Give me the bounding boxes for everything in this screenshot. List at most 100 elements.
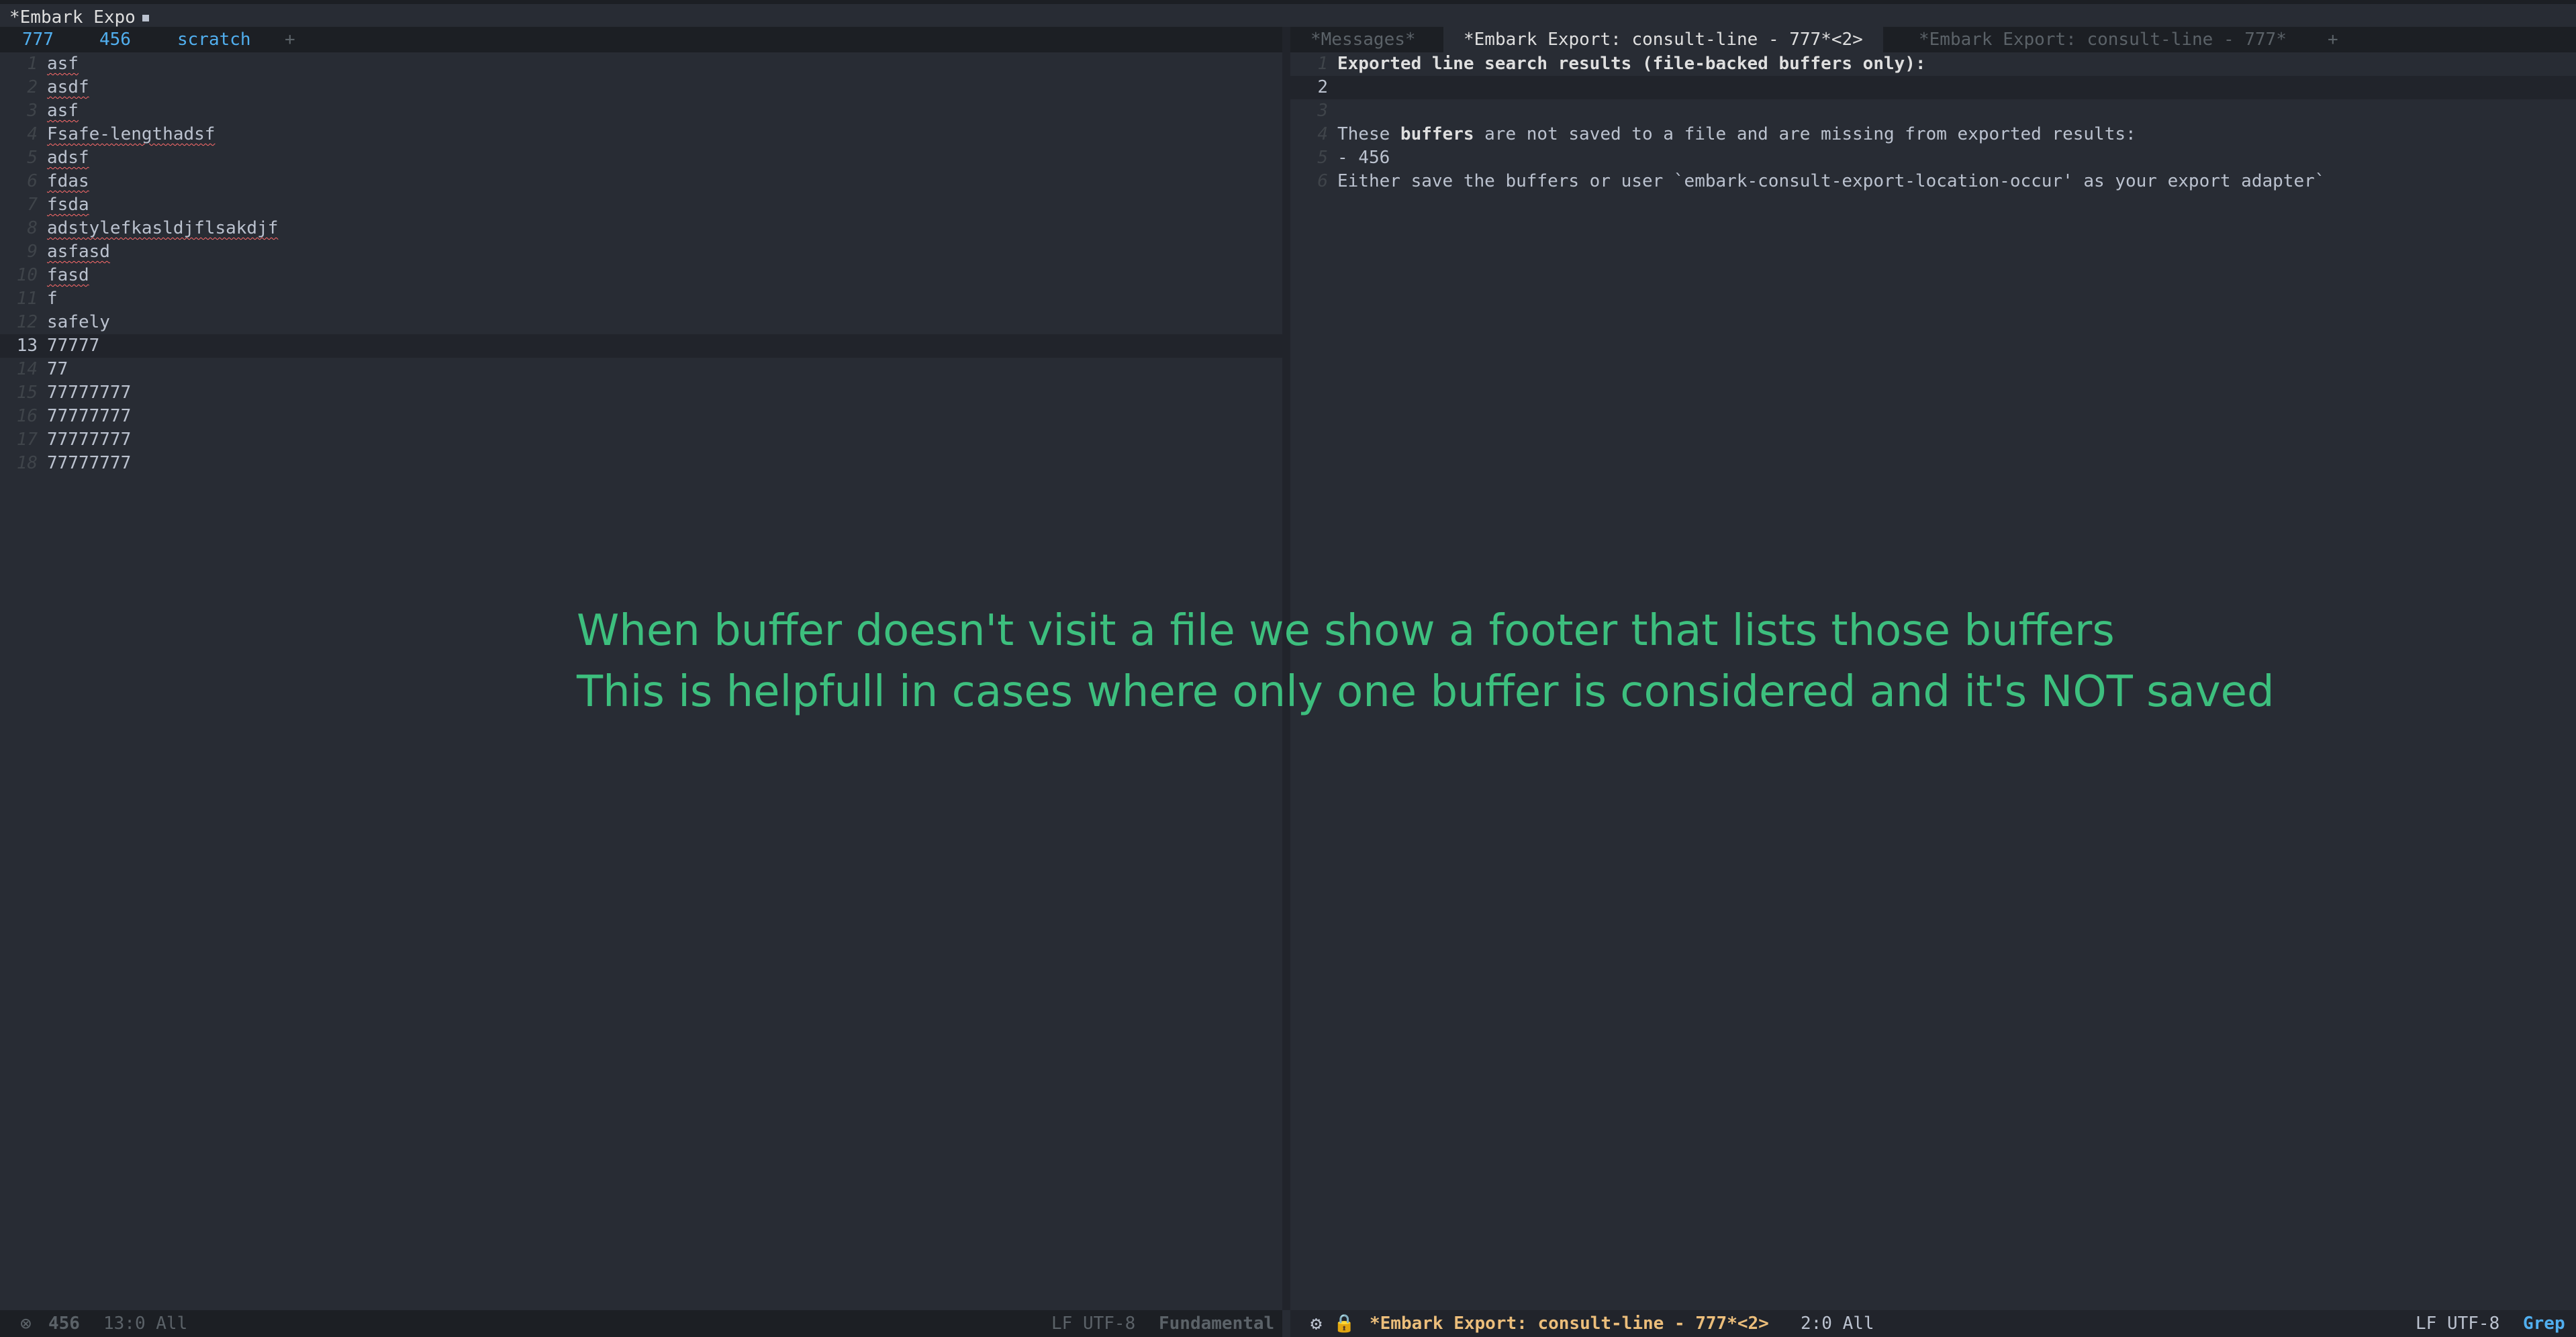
line-text: fsda (47, 195, 89, 215)
line-text: f (47, 289, 58, 309)
line: 8 adstylefkasldjflsakdjf (0, 217, 1282, 240)
right-buffer-text[interactable]: 1 Exported line search results (file-back… (1290, 52, 2576, 193)
line-number: 14 (16, 359, 38, 379)
modeline-encoding: LF UTF-8 (2416, 1314, 2500, 1334)
line-number: 3 (27, 101, 38, 121)
line-text: fdas (47, 171, 89, 191)
line-number: 5 (1317, 148, 1328, 168)
modeline-encoding: LF UTF-8 (1051, 1314, 1136, 1334)
line: 3 asf (0, 99, 1282, 123)
line-number: 15 (16, 383, 38, 403)
line-number: 16 (16, 406, 38, 426)
line-text: 77777777 (47, 430, 132, 450)
gear-icon: ⚙ (1310, 1312, 1322, 1334)
line-text: asdf (47, 77, 89, 97)
results-heading: Exported line search results (file-backe… (1337, 54, 1926, 74)
line-number: 7 (27, 195, 38, 215)
line-text: 77777777 (47, 406, 132, 426)
new-tab-button[interactable]: + (285, 27, 295, 52)
footer-notice: These buffers are not saved to a file an… (1337, 123, 2136, 146)
line-number: 11 (16, 289, 38, 309)
line-number: 6 (27, 171, 38, 191)
line: 5 - 456 (1290, 146, 2576, 170)
line-text: 77777777 (47, 453, 132, 473)
notice-prefix: These (1337, 124, 1400, 144)
line-number: 9 (27, 242, 38, 262)
lock-icon: 🔒 (1333, 1314, 1355, 1334)
line-number: 2 (27, 77, 38, 97)
line-text: 77777 (47, 336, 100, 356)
line: 10 fasd (0, 264, 1282, 287)
tab-embark-export[interactable]: *Embark Export: consult-line - 777* (1919, 27, 2287, 52)
footer-hint: Either save the buffers or user `embark-… (1337, 171, 2326, 191)
tab-embark-export-2[interactable]: *Embark Export: consult-line - 777*<2> (1443, 27, 1883, 52)
line-number: 12 (16, 312, 38, 332)
line: 15 77777777 (0, 381, 1282, 405)
modeline-buffer-name: *Embark Export: consult-line - 777*<2> (1370, 1314, 1769, 1334)
line-text: 77777777 (47, 383, 132, 403)
line: 17 77777777 (0, 428, 1282, 452)
line-number: 4 (27, 124, 38, 144)
line: 1 asf (0, 52, 1282, 76)
line: 4 Fsafe-lengthadsf (0, 123, 1282, 146)
line: 18 77777777 (0, 452, 1282, 475)
modeline-major-mode[interactable]: Grep (2523, 1310, 2565, 1337)
line: 16 77777777 (0, 405, 1282, 428)
line-text: 77 (47, 359, 68, 379)
current-line: 2 (1290, 76, 2576, 99)
line: 12 safely (0, 311, 1282, 334)
line-number: 6 (1317, 171, 1328, 191)
line-text: Fsafe-lengthadsf (47, 124, 216, 144)
line: 9 asfasd (0, 240, 1282, 264)
modeline-position: 13:0 All (103, 1314, 188, 1334)
tab-messages[interactable]: *Messages* (1310, 27, 1416, 52)
line: 11 f (0, 287, 1282, 311)
line-number: 10 (16, 265, 38, 285)
line-text: adstylefkasldjflsakdjf (47, 218, 279, 238)
line: 5 adsf (0, 146, 1282, 170)
line-number: 1 (1317, 54, 1328, 74)
line-number: 4 (1317, 124, 1328, 144)
tab-456[interactable]: 456 (99, 27, 131, 52)
annotation-caption: When buffer doesn't visit a file we show… (577, 601, 2275, 723)
line-text: asf (47, 54, 79, 74)
left-buffer-text[interactable]: 1 asf 2 asdf 3 asf 4 Fsafe-lengthadsf 5 adsf … (0, 52, 1282, 475)
current-line: 13 77777 (0, 334, 1282, 358)
line-number: 13 (16, 336, 38, 356)
frame-top-border (0, 0, 2576, 4)
line: 6 Either save the buffers or user `embark… (1290, 170, 2576, 193)
line-text: fasd (47, 265, 89, 285)
left-modeline: ⊗ 456 13:0 All LF UTF-8 Fundamental (0, 1310, 1282, 1337)
line: 6 fdas (0, 170, 1282, 193)
line: 2 asdf (0, 76, 1282, 99)
annotation-line-1: When buffer doesn't visit a file we show… (577, 606, 2115, 656)
modeline-position: 2:0 All (1801, 1314, 1874, 1334)
line-number: 2 (1317, 77, 1328, 97)
right-tab-bar: *Messages* *Embark Export: consult-line … (1290, 27, 2576, 52)
line-text: adsf (47, 148, 89, 168)
line-number: 17 (16, 430, 38, 450)
tab-777[interactable]: 777 (22, 27, 54, 52)
notice-bold-word: buffers (1400, 124, 1474, 144)
line: 14 77 (0, 358, 1282, 381)
line: 4 These buffers are not saved to a file a… (1290, 123, 2576, 146)
notice-suffix: are not saved to a file and are missing … (1474, 124, 2136, 144)
tab-scratch[interactable]: scratch (177, 27, 251, 52)
line-text: asfasd (47, 242, 110, 262)
line-number: 5 (27, 148, 38, 168)
left-tab-bar: 777 456 scratch + (0, 27, 1282, 52)
line: 1 Exported line search results (file-back… (1290, 52, 2576, 76)
line: 3 (1290, 99, 2576, 123)
annotation-line-2: This is helpfull in cases where only one… (577, 667, 2275, 717)
modeline-major-mode[interactable]: Fundamental (1159, 1310, 1274, 1337)
workspace-icon: ⊗ (20, 1312, 32, 1334)
line-text: safely (47, 312, 110, 332)
line-number: 3 (1317, 101, 1328, 121)
line-text: asf (47, 101, 79, 121)
frame-title-marker-icon (142, 14, 149, 21)
line-number: 8 (27, 218, 38, 238)
line-number: 18 (16, 453, 38, 473)
new-tab-button[interactable]: + (2328, 27, 2338, 52)
right-modeline: ⚙ 🔒 *Embark Export: consult-line - 777*<… (1290, 1310, 2576, 1337)
modeline-buffer-name: 456 (48, 1314, 80, 1334)
